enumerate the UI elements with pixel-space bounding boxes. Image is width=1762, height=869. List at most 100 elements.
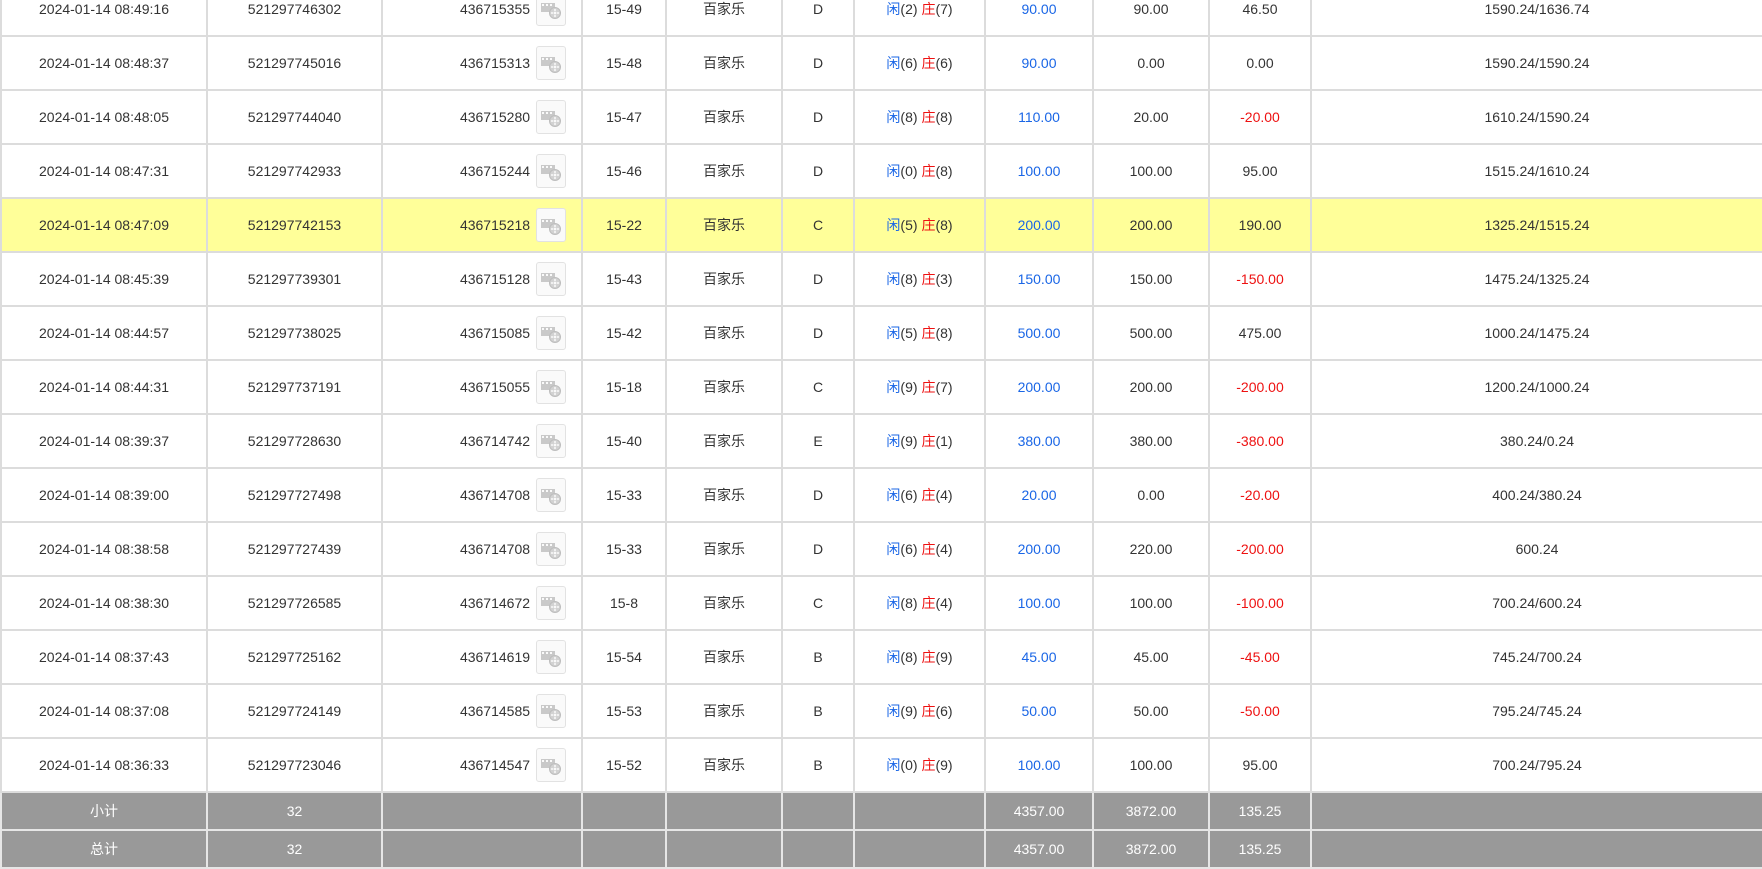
summary-valid-bet: 3872.00 xyxy=(1125,803,1177,819)
shoe-number-cell: 15-40 xyxy=(581,413,667,469)
balance: 380.24/0.24 xyxy=(1500,433,1574,449)
replay-video-button[interactable] xyxy=(536,100,567,134)
film-reel-icon xyxy=(541,651,562,667)
player-points: (5) xyxy=(900,325,918,341)
win-loss: 0.00 xyxy=(1246,55,1274,71)
film-reel-icon xyxy=(541,219,562,235)
round-id-cell: 436714742 xyxy=(381,413,583,469)
summary-win-loss: 135.25 xyxy=(1238,841,1282,857)
order-id: 521297725162 xyxy=(247,649,342,665)
result-cell: 闲(6) 庄(4) xyxy=(853,467,986,523)
valid-bet-cell: 20.00 xyxy=(1092,89,1210,145)
balance: 1200.24/1000.24 xyxy=(1484,379,1590,395)
shoe-number-cell: 15-18 xyxy=(581,359,667,415)
replay-video-button[interactable] xyxy=(536,46,567,80)
shoe-number: 15-54 xyxy=(606,649,642,665)
banker-label: 庄 xyxy=(921,703,936,719)
table-code: E xyxy=(813,433,823,449)
replay-video-button[interactable] xyxy=(536,208,567,242)
result-cell: 闲(8) 庄(9) xyxy=(853,629,986,685)
bet-amount-cell: 200.00 xyxy=(984,197,1094,253)
round-id: 436714585 xyxy=(459,703,531,719)
bet-time: 2024-01-14 08:38:58 xyxy=(39,541,169,557)
round-id-cell: 436714619 xyxy=(381,629,583,685)
round-id-cell: 436714547 xyxy=(381,737,583,793)
win-loss: -100.00 xyxy=(1236,595,1284,611)
banker-points: (7) xyxy=(935,379,953,395)
banker-label: 庄 xyxy=(921,379,936,395)
result-cell: 闲(9) 庄(6) xyxy=(853,683,986,739)
replay-video-button[interactable] xyxy=(536,316,567,350)
table-code: D xyxy=(812,487,824,503)
bet-amount-cell: 90.00 xyxy=(984,35,1094,91)
replay-video-button[interactable] xyxy=(536,532,567,566)
game-type-cell: 百家乐 xyxy=(665,413,783,469)
banker-points: (4) xyxy=(935,595,953,611)
player-points: (8) xyxy=(900,649,918,665)
game-type-cell: 百家乐 xyxy=(665,521,783,577)
replay-video-button[interactable] xyxy=(536,262,567,296)
game-type-cell: 百家乐 xyxy=(665,89,783,145)
round-id-cell: 436715055 xyxy=(381,359,583,415)
bet-time: 2024-01-14 08:39:37 xyxy=(39,433,169,449)
summary-empty-cell xyxy=(581,791,667,831)
player-label: 闲 xyxy=(886,595,901,611)
player-label: 闲 xyxy=(886,541,901,557)
round-id: 436714708 xyxy=(459,541,531,557)
win-loss: -20.00 xyxy=(1240,109,1280,125)
game-type-cell: 百家乐 xyxy=(665,305,783,361)
game-type: 百家乐 xyxy=(703,271,745,287)
shoe-number-cell: 15-52 xyxy=(581,737,667,793)
shoe-number-cell: 15-49 xyxy=(581,0,667,37)
bet-time-cell: 2024-01-14 08:49:16 xyxy=(0,0,208,37)
game-type-cell: 百家乐 xyxy=(665,629,783,685)
order-id-cell: 521297728630 xyxy=(206,413,383,469)
replay-video-button[interactable] xyxy=(536,370,567,404)
round-id: 436714619 xyxy=(459,649,531,665)
player-points: (8) xyxy=(900,595,918,611)
replay-video-button[interactable] xyxy=(536,0,567,26)
player-label: 闲 xyxy=(886,109,901,125)
summary-row: 小计 32 4357.00 3872.00 135.25 xyxy=(0,791,1762,831)
replay-video-button[interactable] xyxy=(536,694,567,728)
shoe-number: 15-49 xyxy=(606,1,642,17)
replay-video-button[interactable] xyxy=(536,424,567,458)
player-points: (5) xyxy=(900,217,918,233)
replay-video-button[interactable] xyxy=(536,154,567,188)
bet-time-cell: 2024-01-14 08:38:58 xyxy=(0,521,208,577)
replay-video-button[interactable] xyxy=(536,748,567,782)
bet-amount-cell: 100.00 xyxy=(984,143,1094,199)
player-label: 闲 xyxy=(886,379,901,395)
table-cell: D xyxy=(781,521,855,577)
replay-video-button[interactable] xyxy=(536,640,567,674)
valid-bet-cell: 45.00 xyxy=(1092,629,1210,685)
shoe-number: 15-47 xyxy=(606,109,642,125)
shoe-number: 15-40 xyxy=(606,433,642,449)
bet-time: 2024-01-14 08:37:08 xyxy=(39,703,169,719)
round-id-cell: 436714585 xyxy=(381,683,583,739)
order-id: 521297728630 xyxy=(247,433,342,449)
replay-video-button[interactable] xyxy=(536,478,567,512)
balance-cell: 1475.24/1325.24 xyxy=(1310,251,1762,307)
win-loss-cell: 475.00 xyxy=(1208,305,1312,361)
balance: 1000.24/1475.24 xyxy=(1484,325,1590,341)
bet-amount-cell: 100.00 xyxy=(984,737,1094,793)
game-type: 百家乐 xyxy=(703,433,745,449)
banker-label: 庄 xyxy=(921,271,936,287)
balance: 1590.24/1636.74 xyxy=(1484,1,1590,17)
win-loss-cell: 46.50 xyxy=(1208,0,1312,37)
summary-bet-cell: 4357.00 xyxy=(984,829,1094,869)
bet-time: 2024-01-14 08:39:00 xyxy=(39,487,169,503)
replay-video-button[interactable] xyxy=(536,586,567,620)
shoe-number-cell: 15-46 xyxy=(581,143,667,199)
table-cell: B xyxy=(781,737,855,793)
shoe-number: 15-46 xyxy=(606,163,642,179)
bet-time-cell: 2024-01-14 08:44:57 xyxy=(0,305,208,361)
film-reel-icon xyxy=(541,273,562,289)
player-points: (8) xyxy=(900,109,918,125)
balance-cell: 745.24/700.24 xyxy=(1310,629,1762,685)
valid-bet-cell: 100.00 xyxy=(1092,143,1210,199)
shoe-number-cell: 15-22 xyxy=(581,197,667,253)
win-loss-cell: 190.00 xyxy=(1208,197,1312,253)
table-cell: C xyxy=(781,359,855,415)
